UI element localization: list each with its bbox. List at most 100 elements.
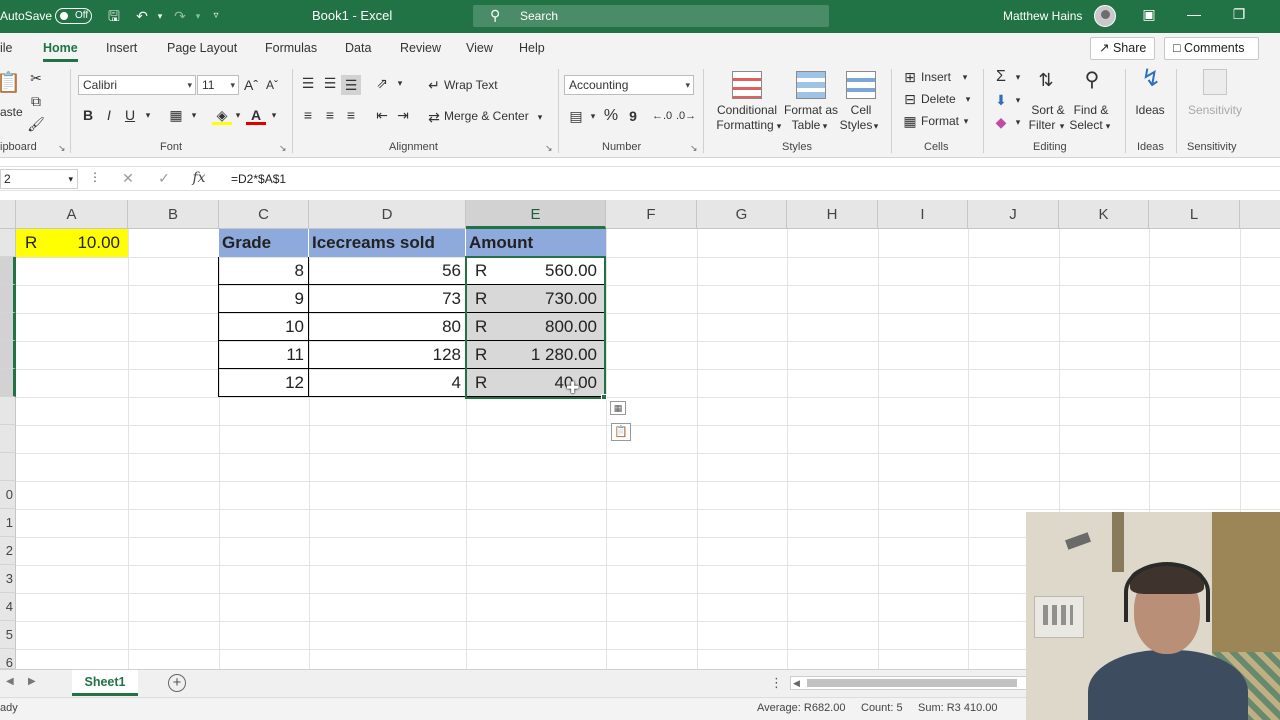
delete-cells-button[interactable]: Delete [921,92,956,106]
redo-dropdown-icon[interactable]: ▾ [188,7,208,25]
table-cell-sold[interactable]: 128 [309,341,466,369]
column-header-k[interactable]: K [1059,200,1149,229]
chevron-down-icon[interactable]: ▾ [958,89,978,109]
enter-icon[interactable]: ✓ [154,170,174,187]
column-header-f[interactable]: F [606,200,697,229]
font-launcher-icon[interactable]: ↘ [279,143,287,154]
align-bottom-icon[interactable]: ☰ [341,75,361,95]
row-header[interactable]: 6 [0,649,16,669]
horizontal-scrollbar[interactable]: ◀ [790,676,1030,690]
table-cell-grade[interactable]: 11 [218,341,309,369]
column-header-g[interactable]: G [697,200,787,229]
cut-icon[interactable]: ✂ [26,68,46,88]
status-sum[interactable]: Sum: R3 410.00 [918,702,998,714]
chevron-down-icon[interactable]: ▾ [956,111,976,131]
tab-help[interactable]: Help [519,41,545,55]
chevron-down-icon[interactable]: ▾ [1008,90,1028,110]
increase-decimal-icon[interactable]: ←.0 [652,106,672,126]
paste-icon[interactable]: 📋 [0,73,21,93]
cell-e1-header[interactable]: Amount [466,229,606,257]
format-cells-button[interactable]: Format [921,114,959,128]
chevron-down-icon[interactable]: ▾ [1098,116,1118,136]
table-cell-grade[interactable]: 8 [218,257,309,285]
tab-page-layout[interactable]: Page Layout [167,41,237,55]
column-header-b[interactable]: B [128,200,219,229]
cell-a1[interactable]: R 10.00 [16,229,128,257]
minimize-icon[interactable]: — [1182,6,1206,22]
paste-label[interactable]: aste [0,105,23,119]
formula-input[interactable]: =D2*$A$1 [231,172,286,186]
save-icon[interactable]: 🖫 [104,7,124,25]
format-as-table-icon[interactable] [796,71,826,99]
undo-dropdown-icon[interactable]: ▾ [150,7,170,25]
orientation-icon[interactable]: ⇗ [372,73,392,93]
next-sheet-icon[interactable]: ▶ [28,676,36,687]
cell-styles-icon[interactable] [846,71,876,99]
tab-home[interactable]: Home [43,41,78,62]
comments-button[interactable]: □ Comments [1164,37,1259,60]
auto-fill-options-icon[interactable]: 📋 [611,423,631,441]
fill-dropdown-icon[interactable]: ▾ [228,105,248,125]
table-cell-sold[interactable]: 4 [309,369,466,397]
more-options-icon[interactable]: ⋮ [85,170,105,184]
bold-button[interactable]: B [78,105,98,125]
tab-view[interactable]: View [466,41,493,55]
scroll-left-icon[interactable]: ◀ [793,677,800,689]
increase-font-icon[interactable]: Aˆ [241,75,261,95]
quick-analysis-icon[interactable]: ▦ [610,401,626,415]
status-count[interactable]: Count: 5 [861,702,903,714]
restore-icon[interactable]: ❐ [1227,6,1251,23]
redo-icon[interactable]: ↷ [170,7,190,25]
sensitivity-icon[interactable] [1203,69,1227,95]
italic-button[interactable]: I [99,105,119,125]
borders-icon[interactable]: ▦ [166,105,186,125]
merge-dropdown-icon[interactable]: ▾ [530,107,550,127]
sort-filter-icon[interactable]: ⇅ [1036,70,1056,90]
sensitivity-button[interactable]: Sensitivity [1184,103,1246,118]
accounting-dropdown-icon[interactable]: ▾ [583,106,603,126]
copy-icon[interactable]: ⧉ [26,91,46,111]
add-sheet-icon[interactable]: + [168,674,186,692]
chevron-down-icon[interactable]: ▾ [866,116,886,136]
ideas-icon[interactable]: ↯ [1139,67,1163,97]
column-header-l[interactable]: L [1149,200,1240,229]
tab-formulas[interactable]: Formulas [265,41,317,55]
row-header[interactable] [0,397,16,425]
row-header[interactable]: 2 [0,537,16,565]
format-painter-icon[interactable]: 🖌 [26,114,46,134]
decrease-font-icon[interactable]: Aˇ [262,75,282,95]
sheet-tab-sheet1[interactable]: Sheet1 [72,670,138,696]
customize-toolbar-icon[interactable]: ▿ [206,7,226,25]
table-cell-sold[interactable]: 73 [309,285,466,313]
autosave-toggle[interactable]: Off [55,8,92,24]
font-color-dropdown-icon[interactable]: ▾ [264,105,284,125]
wrap-text-icon[interactable]: ↵ [424,75,444,95]
align-top-icon[interactable]: ☰ [298,73,318,93]
insert-cells-icon[interactable]: ⊞ [900,67,920,87]
column-header-e[interactable]: E [466,200,606,229]
orientation-dropdown-icon[interactable]: ▾ [390,73,410,93]
prev-sheet-icon[interactable]: ◀ [6,676,14,687]
percent-button[interactable]: % [601,106,621,126]
align-left-icon[interactable]: ≡ [298,105,318,125]
row-header[interactable] [0,257,16,285]
undo-icon[interactable]: ↶ [132,7,152,25]
merge-center-icon[interactable]: ⇄ [424,107,444,127]
column-header-h[interactable]: H [787,200,878,229]
font-size-select[interactable]: 11 ▾ [197,75,239,95]
delete-cells-icon[interactable]: ⊟ [900,89,920,109]
status-average[interactable]: Average: R682.00 [757,702,845,714]
row-header[interactable] [0,313,16,341]
table-cell-amount[interactable]: R 40.00 [466,369,606,397]
ribbon-display-icon[interactable]: ▣ [1137,6,1161,23]
wrap-text-button[interactable]: Wrap Text [444,78,498,92]
align-right-icon[interactable]: ≡ [341,105,361,125]
share-button[interactable]: ↗ Share [1090,37,1155,60]
column-header-c[interactable]: C [219,200,309,229]
row-header[interactable]: 1 [0,509,16,537]
find-select-icon[interactable]: ⚲ [1082,70,1102,90]
insert-cells-button[interactable]: Insert [921,70,951,84]
row-header[interactable] [0,369,16,397]
column-header-d[interactable]: D [309,200,466,229]
underline-dropdown-icon[interactable]: ▾ [138,105,158,125]
